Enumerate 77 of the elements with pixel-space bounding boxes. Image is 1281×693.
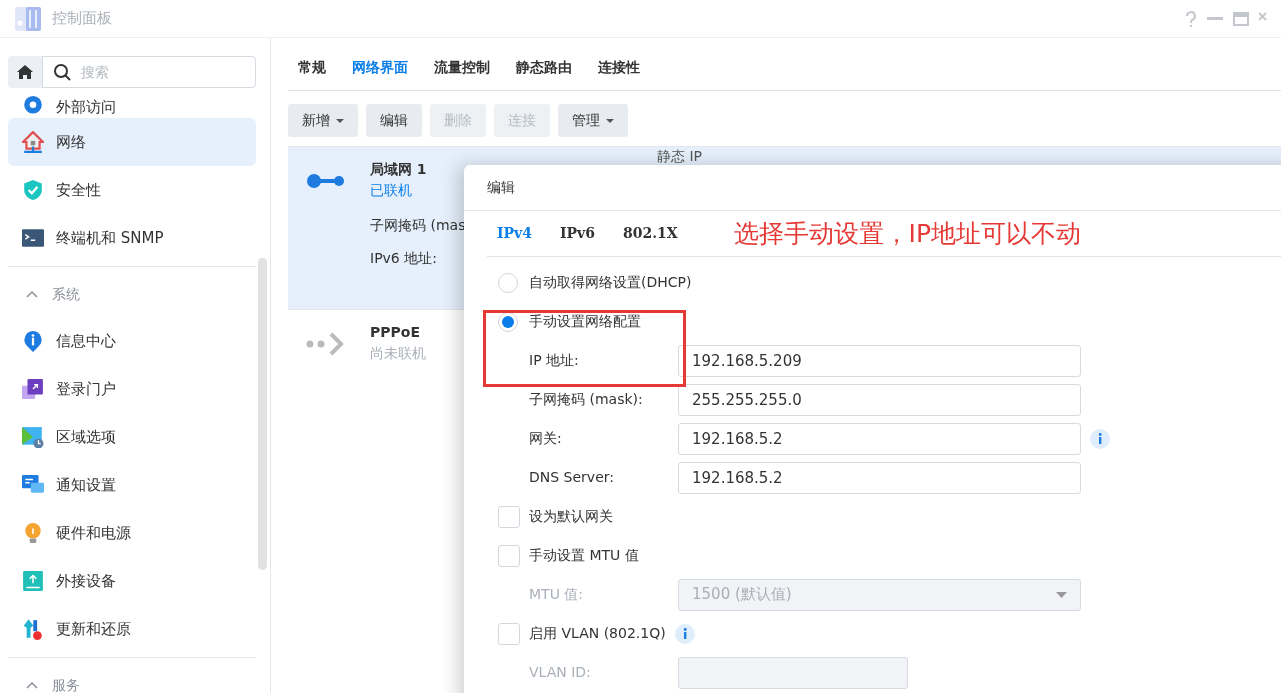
- tab[interactable]: 静态路由: [516, 57, 572, 90]
- sidebar-item[interactable]: 终端机和 SNMP: [8, 214, 256, 262]
- checkbox[interactable]: [498, 622, 520, 645]
- chat-bubble-icon: [22, 474, 44, 496]
- info-icon[interactable]: [674, 623, 695, 644]
- disconnected-icon: [306, 330, 346, 358]
- detail-label: IPv6 地址:: [370, 249, 438, 268]
- home-button[interactable]: [8, 56, 42, 88]
- arrow-square-icon: [22, 378, 44, 400]
- input-field[interactable]: 192.168.5.2: [678, 422, 1081, 455]
- tab[interactable]: 802.1X: [622, 223, 678, 244]
- terminal-icon: [22, 227, 44, 249]
- field-label: IP 地址:: [528, 351, 580, 370]
- shield-check-icon: [22, 179, 44, 201]
- checkbox[interactable]: [498, 544, 520, 567]
- input-field[interactable]: 192.168.5.209: [678, 344, 1081, 377]
- maximize-icon[interactable]: [1233, 11, 1249, 26]
- connection-type: 静态 IP: [657, 147, 703, 166]
- arrows-icon: [22, 618, 44, 640]
- minimize-icon[interactable]: [1207, 16, 1223, 21]
- sidebar-item[interactable]: 通知设置: [8, 461, 256, 509]
- caret-icon: [1056, 591, 1067, 598]
- field-label: MTU 值:: [528, 585, 585, 604]
- tab[interactable]: 连接性: [598, 57, 640, 90]
- connected-icon: [306, 173, 346, 189]
- input-field[interactable]: 255.255.255.0: [678, 383, 1081, 416]
- tab[interactable]: 网络界面: [352, 57, 408, 90]
- search-field[interactable]: 搜索: [42, 56, 256, 88]
- sidebar-item[interactable]: 网络: [8, 118, 256, 166]
- detail-label: 子网掩码 (mas: [370, 216, 466, 235]
- info-pin-icon: [22, 330, 44, 352]
- toolbar-button[interactable]: 管理: [558, 104, 628, 137]
- toolbar-button[interactable]: 编辑: [366, 104, 422, 137]
- radio-label: 自动取得网络设置(DHCP): [529, 273, 692, 292]
- sidebar-item[interactable]: 更新和还原: [8, 605, 256, 653]
- map-clock-icon: [22, 426, 44, 448]
- sidebar-item[interactable]: 外部访问: [8, 96, 256, 118]
- tab[interactable]: 流量控制: [434, 57, 490, 90]
- lightbulb-icon: [22, 522, 44, 544]
- input-field[interactable]: 192.168.5.2: [678, 461, 1081, 494]
- window-title: 控制面板: [52, 8, 112, 30]
- app-icon: [14, 5, 42, 32]
- tab[interactable]: 常规: [298, 57, 326, 90]
- tab[interactable]: IPv6: [559, 223, 595, 244]
- connection-status: 已联机: [370, 181, 413, 200]
- annotation-text: 选择手动设置，IP地址可以不动: [733, 217, 1082, 250]
- help-icon[interactable]: [1185, 10, 1197, 27]
- sidebar-item[interactable]: 安全性: [8, 166, 256, 214]
- checkbox-label: 手动设置 MTU 值: [529, 546, 639, 565]
- sidebar-item[interactable]: 外接设备: [8, 557, 256, 605]
- sidebar-item[interactable]: 硬件和电源: [8, 509, 256, 557]
- sidebar-item[interactable]: 区域选项: [8, 413, 256, 461]
- interface-name: PPPoE: [370, 323, 421, 342]
- checkbox[interactable]: [498, 505, 520, 528]
- home-icon: [16, 64, 34, 80]
- house-icon: [22, 131, 44, 153]
- field-label: VLAN ID:: [528, 663, 592, 682]
- field-label: 网关:: [528, 429, 563, 448]
- caret-icon: [606, 118, 614, 123]
- sidebar-item[interactable]: 登录门户: [8, 365, 256, 413]
- field-label: DNS Server:: [528, 468, 615, 487]
- radio-label: 手动设置网络配置: [529, 312, 641, 331]
- info-icon[interactable]: [1090, 428, 1110, 449]
- connection-status: 尚未联机: [370, 344, 426, 363]
- toolbar-button[interactable]: 新增: [288, 104, 358, 137]
- field-label: 子网掩码 (mask):: [528, 390, 644, 409]
- scrollbar[interactable]: [258, 258, 267, 570]
- interface-name: 局域网 1: [370, 160, 428, 179]
- sidebar-item[interactable]: 信息中心: [8, 317, 256, 365]
- dialog-title: 编辑: [464, 165, 1281, 211]
- tab[interactable]: IPv4: [497, 223, 532, 244]
- caret-icon: [336, 118, 344, 123]
- chevron-icon: [26, 290, 38, 298]
- checkbox-label: 设为默认网关: [529, 507, 613, 526]
- checkbox-label: 启用 VLAN (802.1Q): [529, 624, 666, 643]
- chevron-icon: [26, 681, 38, 689]
- upload-tray-icon: [22, 570, 44, 592]
